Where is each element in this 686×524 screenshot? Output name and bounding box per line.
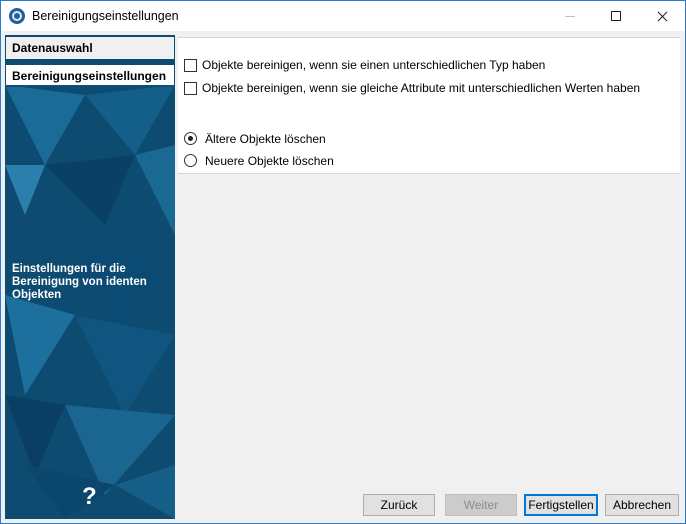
radio-label[interactable]: Neuere Objekte löschen (205, 153, 334, 169)
wizard-sidebar: Datenauswahl Bereinigungseinstellungen E… (5, 35, 175, 519)
step-bereinigungseinstellungen[interactable]: Bereinigungseinstellungen (6, 65, 174, 87)
dialog-window: Bereinigungseinstellungen Datenauswahl B… (0, 0, 686, 524)
settings-panel: Objekte bereinigen, wenn sie einen unter… (178, 37, 680, 174)
checkbox-box[interactable] (184, 59, 197, 72)
back-button[interactable]: Zurück (363, 494, 435, 516)
title-bar[interactable]: Bereinigungseinstellungen (1, 1, 685, 31)
checkbox-label[interactable]: Objekte bereinigen, wenn sie gleiche Att… (202, 80, 640, 96)
step-datenauswahl[interactable]: Datenauswahl (6, 37, 174, 59)
next-button: Weiter (445, 494, 517, 516)
radio-button[interactable] (184, 154, 197, 167)
maximize-button[interactable] (593, 1, 639, 31)
help-icon[interactable]: ? (82, 483, 97, 511)
step-description: Einstellungen für die Bereinigung von id… (12, 263, 147, 301)
cancel-button[interactable]: Abbrechen (605, 494, 679, 516)
finish-button[interactable]: Fertigstellen (524, 494, 598, 516)
checkbox-box[interactable] (184, 82, 197, 95)
radio-label[interactable]: Ältere Objekte löschen (205, 131, 326, 147)
close-button[interactable] (639, 1, 685, 31)
minimize-button (547, 1, 593, 31)
app-icon (9, 8, 25, 24)
radio-button[interactable] (184, 132, 197, 145)
checkbox-label[interactable]: Objekte bereinigen, wenn sie einen unter… (202, 57, 545, 73)
window-title: Bereinigungseinstellungen (32, 9, 179, 23)
